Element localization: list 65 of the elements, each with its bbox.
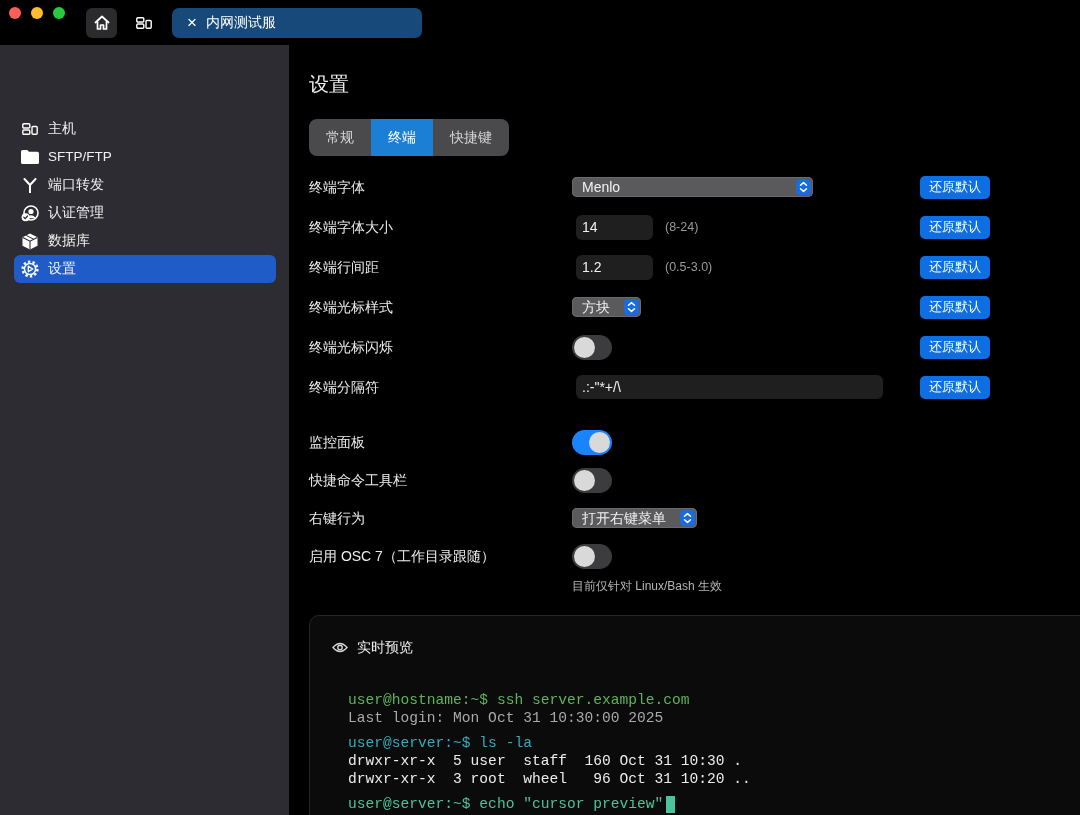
dropdown-select[interactable]: Menlo (572, 177, 813, 197)
folder-icon (21, 150, 39, 164)
terminal-line: drwxr-xr-x 5 user staff 160 Oct 31 10:30 . (348, 752, 743, 770)
reset-default-button[interactable]: 还原默认 (920, 375, 990, 399)
reset-default-button[interactable]: 还原默认 (920, 295, 990, 319)
tab-title: 内网测试服 (205, 13, 276, 32)
toggle-switch[interactable] (572, 334, 612, 360)
range-hint: (8-24) (665, 218, 699, 236)
sidebar-item[interactable]: 数据库 (14, 227, 276, 255)
sidebar-item[interactable]: 设置 (14, 255, 276, 283)
minimize-window-button[interactable] (31, 7, 43, 19)
terminal-line: user@server:~$ ls -la (348, 734, 532, 752)
reset-default-button[interactable]: 还原默认 (920, 255, 990, 279)
close-window-button[interactable] (9, 7, 21, 19)
user-check-icon (21, 204, 39, 222)
settings-tab[interactable]: 快捷键 (433, 119, 509, 156)
setting-label: 右键行为 (309, 508, 366, 528)
dropdown-select[interactable]: 打开右键菜单 (572, 508, 697, 528)
server-icon (22, 123, 38, 135)
home-icon (93, 15, 110, 30)
chevron-updown-icon (680, 510, 695, 526)
fork-icon (23, 177, 37, 193)
settings-icon (21, 260, 39, 278)
reset-default-button[interactable]: 还原默认 (920, 175, 990, 199)
terminal-line: Last login: Mon Oct 31 10:30:00 2025 (348, 709, 664, 727)
input-field[interactable]: 1.2 (576, 254, 653, 280)
range-hint: (0.5-3.0) (665, 258, 713, 276)
close-tab-button[interactable]: × (187, 12, 197, 33)
toggle-switch[interactable] (572, 543, 612, 569)
terminal-line: drwxr-xr-x 3 root wheel 96 Oct 31 10:20 .. (348, 770, 751, 788)
settings-tab[interactable]: 终端 (371, 119, 433, 156)
cube-icon (22, 232, 38, 250)
toggle-switch[interactable] (572, 429, 612, 455)
eye-icon (332, 641, 348, 653)
sidebar-item[interactable]: 主机 (14, 115, 276, 143)
sidebar-item[interactable]: 端口转发 (14, 171, 276, 199)
home-button[interactable] (86, 7, 117, 38)
setting-label: 快捷命令工具栏 (309, 470, 408, 490)
terminal-line: user@server:~$ echo "cursor preview" (348, 795, 664, 813)
setting-label: 监控面板 (309, 432, 366, 452)
setting-label: 终端光标闪烁 (309, 337, 394, 357)
page-title: 设置 (309, 72, 350, 96)
setting-label: 终端行间距 (309, 257, 380, 277)
sidebar-item[interactable]: SFTP/FTP (14, 143, 276, 171)
input-field[interactable]: .:-"*+/\ (576, 375, 883, 399)
note-text: 目前仅针对 Linux/Bash 生效 (572, 578, 723, 594)
input-field[interactable]: 14 (576, 214, 653, 240)
chevron-updown-icon (796, 179, 811, 195)
setting-label: 终端分隔符 (309, 377, 380, 397)
toggle-switch[interactable] (572, 467, 612, 493)
setting-label: 终端字体 (309, 177, 366, 197)
dropdown-select[interactable]: 方块 (572, 297, 641, 317)
sidebar-item[interactable]: 认证管理 (14, 199, 276, 227)
preview-title: 实时预览 (357, 638, 413, 656)
settings-tab[interactable]: 常规 (309, 119, 371, 156)
reset-default-button[interactable]: 还原默认 (920, 335, 990, 359)
session-tab[interactable]: × 内网测试服 (172, 7, 422, 38)
setting-label: 终端字体大小 (309, 217, 394, 237)
chevron-updown-icon (624, 299, 639, 315)
server-icon (135, 16, 152, 29)
terminal-line: user@hostname:~$ ssh server.example.com (348, 691, 690, 709)
setting-label: 终端光标样式 (309, 297, 394, 317)
setting-label: 启用 OSC 7（工作目录跟随） (309, 546, 496, 566)
zoom-window-button[interactable] (53, 7, 65, 19)
reset-default-button[interactable]: 还原默认 (920, 215, 990, 239)
